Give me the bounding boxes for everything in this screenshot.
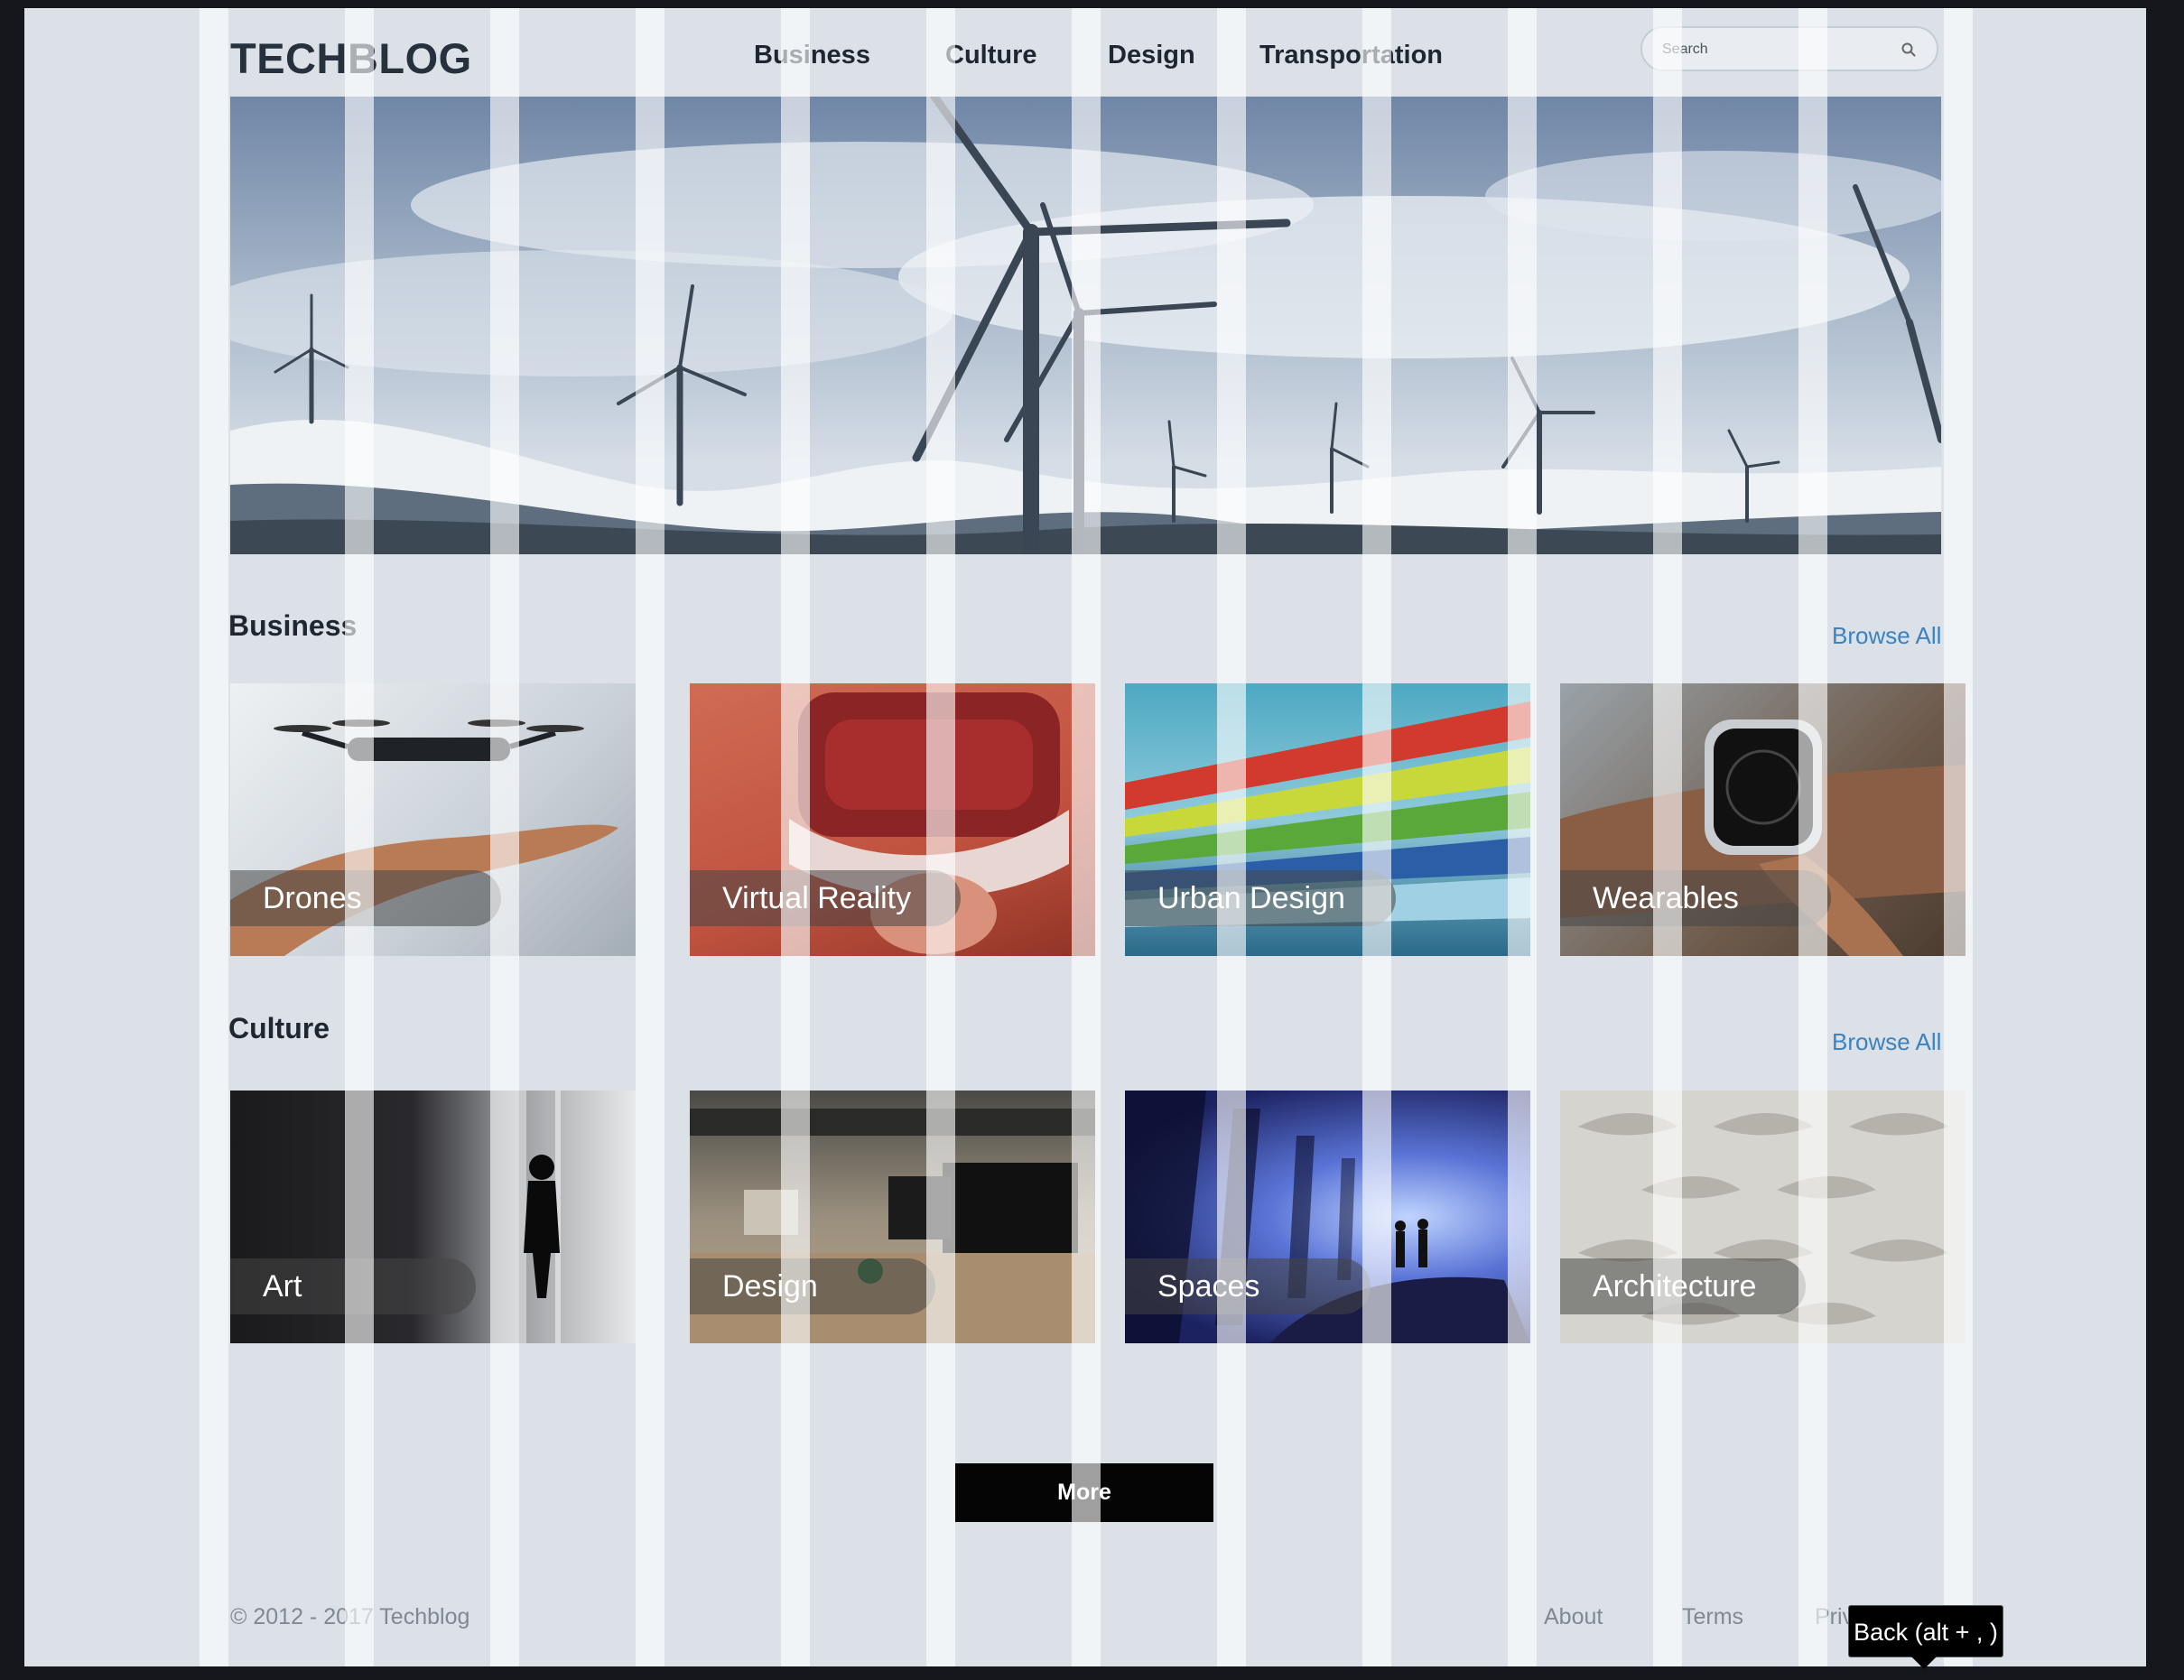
card-architecture[interactable]: Architecture xyxy=(1560,1091,1966,1343)
footer-copyright: © 2012 - 2017 Techblog xyxy=(230,1604,470,1629)
footer-link-about[interactable]: About xyxy=(1544,1604,1603,1630)
card-label: Wearables xyxy=(1560,870,1831,926)
card-label: Virtual Reality xyxy=(690,870,961,926)
card-label: Design xyxy=(690,1258,935,1314)
page: TECHBLOG Business Culture Design Transpo… xyxy=(24,8,2146,1666)
card-urban-design[interactable]: Urban Design xyxy=(1125,683,1530,956)
browse-all-business[interactable]: Browse All xyxy=(1832,622,1941,650)
more-button[interactable]: More xyxy=(955,1463,1213,1522)
card-label: Spaces xyxy=(1125,1258,1371,1314)
search-icon[interactable] xyxy=(1901,42,1917,58)
card-drones[interactable]: Drones xyxy=(230,683,636,956)
card-label: Art xyxy=(230,1258,476,1314)
hero-image xyxy=(230,97,1941,554)
card-label: Drones xyxy=(230,870,501,926)
section-title-culture: Culture xyxy=(228,1012,330,1044)
nav-culture[interactable]: Culture xyxy=(945,41,1037,70)
card-label: Architecture xyxy=(1560,1258,1806,1314)
search-box xyxy=(1640,26,1938,71)
browser-viewport: TECHBLOG Business Culture Design Transpo… xyxy=(24,8,2146,1666)
card-art[interactable]: Art xyxy=(230,1091,636,1343)
card-spaces[interactable]: Spaces xyxy=(1125,1091,1530,1343)
nav-transportation[interactable]: Transportation xyxy=(1259,41,1443,70)
footer-link-terms[interactable]: Terms xyxy=(1682,1604,1743,1630)
back-tooltip: Back (alt + , ) xyxy=(1848,1605,2003,1657)
card-wearables[interactable]: Wearables xyxy=(1560,683,1966,956)
card-design[interactable]: Design xyxy=(690,1091,1095,1343)
card-virtual-reality[interactable]: Virtual Reality xyxy=(690,683,1095,956)
section-title-business: Business xyxy=(228,609,358,642)
card-label: Urban Design xyxy=(1125,870,1396,926)
site-logo[interactable]: TECHBLOG xyxy=(230,33,472,83)
search-input[interactable] xyxy=(1660,36,1899,63)
nav-design[interactable]: Design xyxy=(1108,41,1195,70)
nav-business[interactable]: Business xyxy=(754,41,870,70)
browse-all-culture[interactable]: Browse All xyxy=(1832,1028,1941,1056)
tooltip-arrow xyxy=(1911,1657,1937,1669)
